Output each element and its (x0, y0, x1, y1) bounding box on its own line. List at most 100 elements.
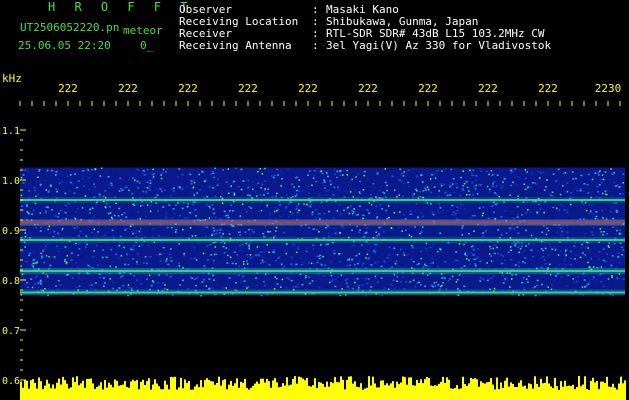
noise-speck (127, 228, 129, 230)
noise-speck (538, 195, 541, 197)
signal-bar (556, 386, 558, 400)
noise-speck (555, 180, 558, 182)
noise-speck (185, 192, 187, 194)
noise-speck (242, 282, 245, 285)
noise-speck (591, 204, 594, 207)
noise-speck (26, 170, 29, 172)
noise-speck (521, 193, 524, 195)
noise-speck (75, 242, 77, 245)
noise-speck (432, 213, 435, 216)
noise-speck (57, 232, 59, 235)
signal-bar (454, 388, 456, 400)
noise-speck (619, 193, 622, 195)
noise-speck (165, 171, 167, 173)
noise-speck (70, 259, 73, 261)
signal-speck (26, 205, 28, 207)
signal-bar (370, 385, 372, 400)
noise-speck (25, 260, 28, 263)
y-tick-label: 0.6 (2, 376, 20, 387)
noise-speck (201, 281, 204, 283)
signal-speck (214, 167, 216, 170)
signal-bar (74, 381, 76, 400)
signal-bar (522, 386, 524, 400)
signal-speck (189, 227, 192, 229)
signal-bar (302, 378, 304, 400)
noise-speck (174, 204, 177, 206)
noise-speck (271, 175, 274, 177)
noise-speck (332, 225, 335, 227)
noise-speck (425, 247, 428, 250)
signal-bar (112, 387, 114, 400)
noise-speck (217, 178, 219, 180)
signal-speck (136, 261, 138, 263)
signal-speck (602, 178, 605, 181)
signal-speck (512, 181, 514, 184)
signal-speck (547, 286, 549, 288)
signal-bar (92, 383, 94, 400)
noise-speck (553, 233, 556, 236)
noise-speck (244, 231, 247, 233)
noise-speck (117, 215, 120, 217)
noise-speck (374, 243, 377, 246)
noise-speck (247, 255, 250, 258)
noise-speck (76, 226, 78, 228)
signal-speck (228, 192, 230, 194)
noise-speck (551, 248, 554, 250)
noise-speck (531, 260, 534, 263)
noise-speck (604, 260, 607, 263)
signal-bar (590, 380, 592, 400)
noise-speck (432, 244, 434, 246)
noise-speck (581, 252, 584, 254)
noise-speck (568, 251, 570, 253)
noise-speck (582, 203, 585, 205)
noise-speck (613, 181, 616, 184)
signal-bar (396, 381, 398, 400)
noise-speck (296, 286, 299, 288)
signal-speck (348, 258, 351, 260)
noise-speck (121, 189, 124, 191)
noise-speck (96, 286, 99, 289)
signal-speck (602, 192, 604, 195)
signal-bar (130, 381, 132, 400)
noise-speck (87, 177, 90, 179)
noise-speck (384, 181, 387, 184)
noise-speck (537, 171, 540, 173)
noise-speck (611, 255, 614, 257)
signal-bar (404, 377, 406, 400)
noise-speck (431, 257, 434, 260)
signal-bar (606, 376, 608, 400)
noise-speck (387, 254, 390, 256)
noise-speck (294, 195, 297, 197)
noise-speck (416, 263, 419, 266)
noise-speck (124, 229, 127, 231)
signal-bar (286, 377, 288, 400)
noise-speck (365, 173, 368, 175)
noise-speck (470, 245, 473, 248)
noise-speck (193, 179, 196, 181)
signal-speck (527, 186, 529, 189)
noise-speck (323, 187, 326, 189)
noise-speck (49, 264, 52, 267)
noise-speck (326, 286, 329, 288)
noise-speck (595, 211, 598, 213)
noise-speck (558, 209, 561, 211)
noise-speck (474, 264, 477, 267)
noise-speck (50, 209, 53, 211)
noise-speck (541, 231, 544, 233)
noise-speck (580, 246, 583, 249)
noise-speck (169, 195, 172, 198)
noise-speck (338, 204, 341, 206)
noise-speck (352, 211, 355, 213)
noise-speck (422, 190, 425, 192)
noise-speck (370, 264, 373, 266)
signal-bar (126, 386, 128, 400)
noise-speck (107, 175, 110, 178)
noise-speck (286, 277, 288, 279)
noise-speck (39, 230, 42, 232)
signal-bar (536, 383, 538, 400)
noise-speck (559, 250, 562, 252)
noise-speck (283, 265, 286, 268)
signal-speck (195, 284, 197, 287)
noise-speck (122, 285, 125, 287)
noise-speck (22, 244, 25, 246)
